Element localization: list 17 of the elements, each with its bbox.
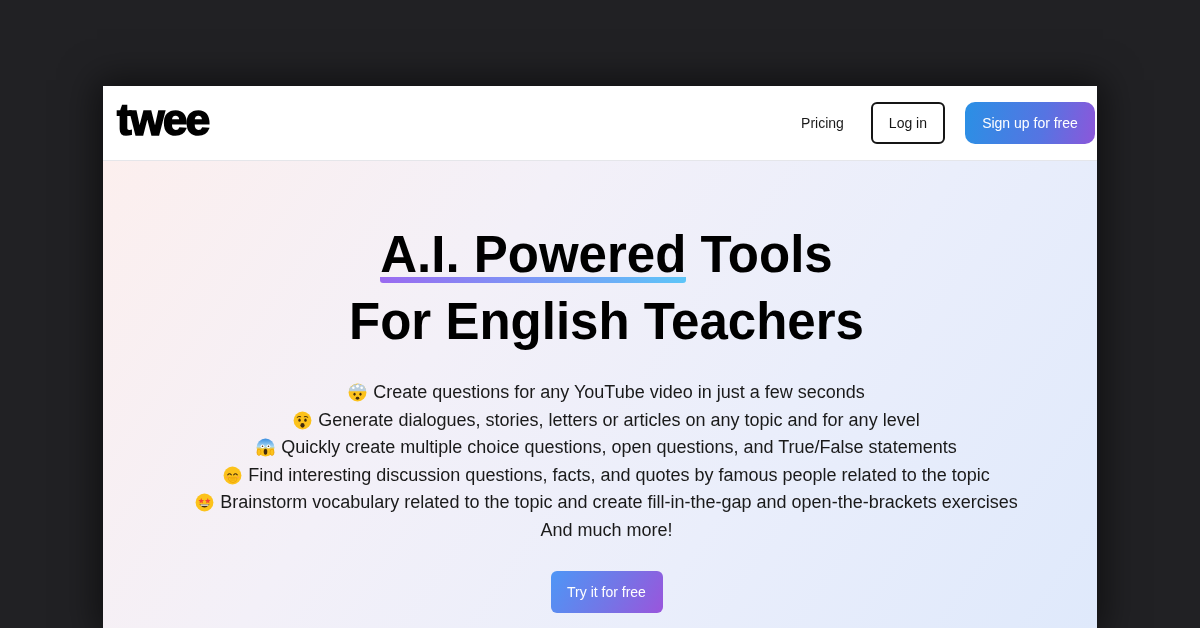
- signup-button[interactable]: Sign up for free: [965, 102, 1095, 144]
- feature-text: Create questions for any YouTube video in just a few seconds: [373, 382, 865, 404]
- try-free-button[interactable]: Try it for free: [550, 571, 663, 613]
- feature-text: Generate dialogues, stories, letters or articles on any topic and for any level: [318, 409, 920, 431]
- exploding-head-face-icon: [348, 383, 368, 403]
- login-button[interactable]: Log in: [870, 102, 945, 144]
- logo[interactable]: twee: [117, 98, 209, 142]
- hero-title: A.I. Powered Tools For English Teachers: [349, 225, 864, 352]
- feature-text: Find interesting discussion questions, facts, and quotes by famous people related to the topic: [248, 464, 990, 486]
- screaming-face-icon: [256, 438, 276, 458]
- astonished-face-icon: [293, 410, 313, 430]
- star-eyes-face-icon: [195, 493, 215, 513]
- pricing-link[interactable]: Pricing: [801, 115, 844, 131]
- feature-text: Brainstorm vocabulary related to the topic and create fill-in-the-gap and open-the-brackets exercises: [220, 492, 1018, 514]
- feature-text: And much more!: [540, 519, 673, 541]
- hand-over-mouth-face-icon: [223, 465, 243, 485]
- feature-text: Quickly create multiple choice questions, open questions, and True/False statements: [281, 437, 957, 459]
